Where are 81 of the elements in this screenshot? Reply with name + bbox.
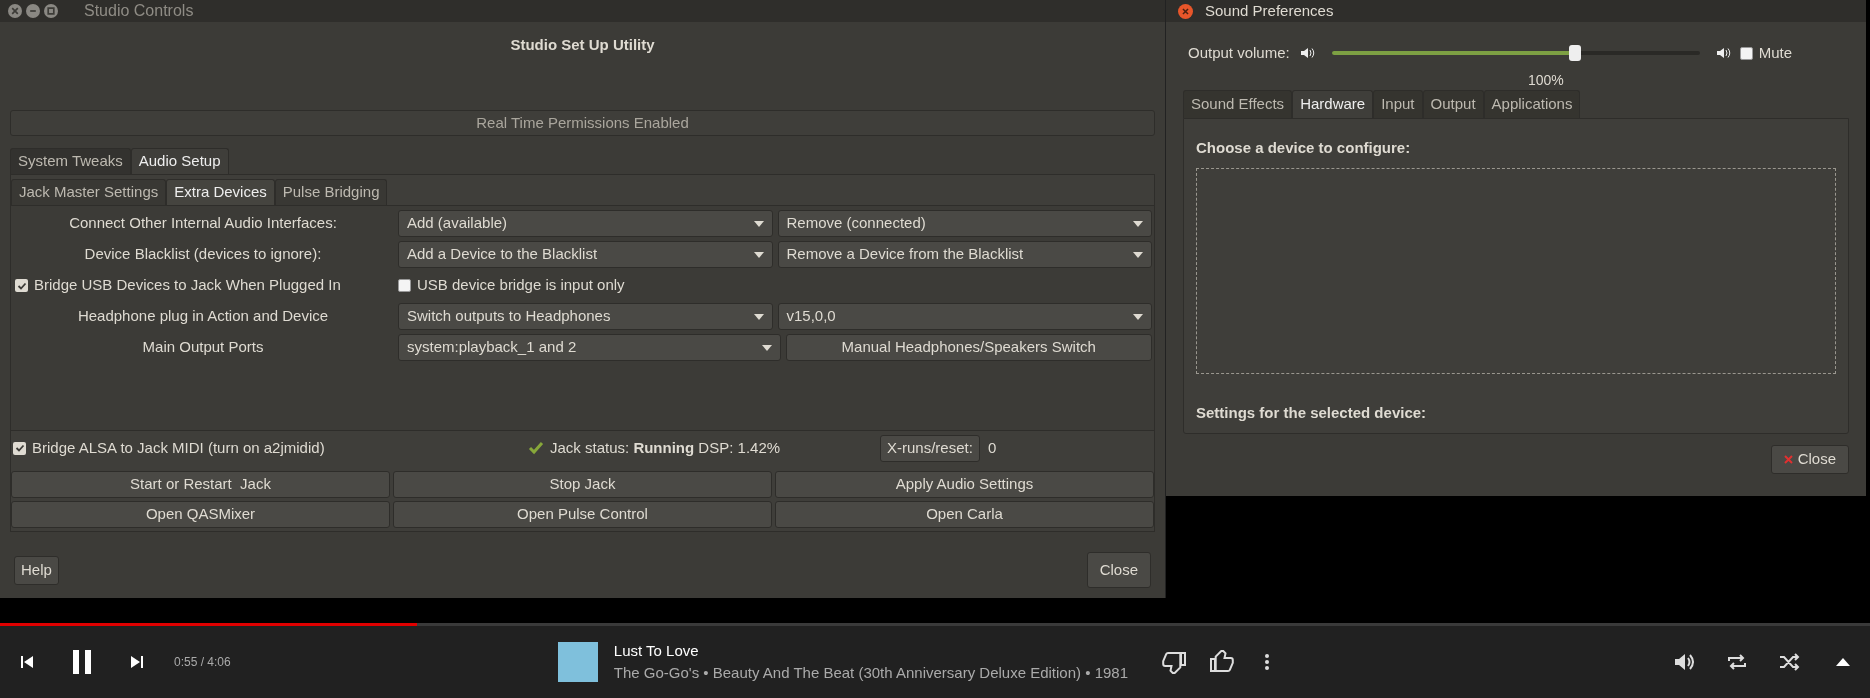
- field-label: Main Output Ports: [141, 337, 265, 358]
- caret-icon: [753, 313, 764, 320]
- close-icon: [1783, 455, 1793, 464]
- checkbox[interactable]: [398, 279, 411, 292]
- checkbox-label: Bridge ALSA to Jack MIDI (turn on a2jmidid): [32, 437, 325, 458]
- status-banner: Real Time Permissions Enabled: [10, 110, 1155, 136]
- button[interactable]: X-runs/reset:: [880, 434, 980, 462]
- tab[interactable]: Applications: [1483, 90, 1581, 118]
- close-icon[interactable]: [1178, 3, 1193, 19]
- tab[interactable]: Input: [1373, 90, 1423, 118]
- caret-icon: [753, 251, 764, 258]
- dropdown[interactable]: Remove (connected): [777, 210, 1152, 237]
- checkbox-label: Bridge USB Devices to Jack When Plugged In: [34, 275, 341, 296]
- caret-icon: [1133, 220, 1143, 227]
- button[interactable]: Open Pulse Control: [393, 501, 772, 528]
- tab[interactable]: Pulse Bridging: [274, 179, 388, 205]
- status-text: Jack status: Running DSP: 1.42%: [550, 437, 782, 458]
- caret-up-icon[interactable]: [1836, 658, 1850, 666]
- volume-icon[interactable]: [1674, 652, 1696, 672]
- track-title: Lust To Love: [613, 640, 700, 661]
- button[interactable]: Apply Audio Settings: [775, 471, 1154, 498]
- checkbox[interactable]: [15, 279, 28, 292]
- button[interactable]: Open QASMixer: [11, 501, 390, 528]
- field-label: Device Blacklist (devices to ignore):: [83, 244, 323, 265]
- checkbox[interactable]: [13, 441, 26, 455]
- check-icon: [528, 441, 544, 455]
- heading: Studio Set Up Utility: [509, 35, 656, 55]
- slider-value: 100%: [1528, 72, 1564, 88]
- checkbox-label: Mute: [1758, 42, 1793, 63]
- button[interactable]: Close: [1086, 552, 1151, 588]
- checkbox-label: USB device bridge is input only: [417, 275, 625, 296]
- field-label: Headphone plug in Action and Device: [76, 306, 330, 327]
- dropdown[interactable]: Remove a Device from the Blacklist: [777, 241, 1152, 268]
- window-title: Sound Preferences: [1205, 0, 1334, 21]
- section-heading: Choose a device to configure:: [1196, 138, 1412, 158]
- button[interactable]: Manual Headphones/Speakers Switch: [785, 334, 1152, 361]
- button[interactable]: Stop Jack: [393, 471, 772, 498]
- close-icon[interactable]: [8, 4, 22, 18]
- caret-icon: [1133, 251, 1143, 258]
- dropdown[interactable]: v15,0,0: [777, 303, 1152, 330]
- time-text: 0:55 / 4:06: [174, 654, 232, 671]
- caret-icon: [753, 220, 764, 227]
- button[interactable]: Start or Restart Jack: [11, 471, 390, 498]
- field-label: Connect Other Internal Audio Interfaces:: [68, 213, 338, 234]
- maximize-icon[interactable]: [44, 4, 58, 18]
- album-art-placeholder: [558, 642, 598, 682]
- tab[interactable]: Output: [1422, 90, 1484, 118]
- dropdown[interactable]: system:playback_1 and 2: [398, 334, 781, 361]
- speaker-icon: [1299, 47, 1316, 59]
- volume-slider[interactable]: [1331, 45, 1700, 61]
- caret-icon: [761, 344, 772, 351]
- thumbs-up-icon[interactable]: [1210, 650, 1234, 674]
- button[interactable]: Open Carla: [775, 501, 1154, 528]
- pause-icon[interactable]: [72, 650, 92, 674]
- xrun-count: 0: [987, 437, 997, 458]
- next-icon[interactable]: [130, 655, 144, 669]
- dropdown[interactable]: Add a Device to the Blacklist: [398, 241, 773, 268]
- more-icon[interactable]: [1264, 653, 1270, 671]
- thumbs-down-icon[interactable]: [1162, 650, 1186, 674]
- tab[interactable]: Jack Master Settings: [11, 179, 167, 205]
- tab[interactable]: Extra Devices: [166, 179, 275, 205]
- slider-thumb[interactable]: [1568, 45, 1581, 61]
- minimize-icon[interactable]: [26, 4, 40, 18]
- dropdown[interactable]: Switch outputs to Headphones: [398, 303, 773, 330]
- repeat-icon[interactable]: [1726, 652, 1748, 672]
- checkbox[interactable]: [1739, 46, 1753, 60]
- button[interactable]: Help: [14, 555, 59, 585]
- speaker-icon: [1715, 47, 1732, 59]
- tab[interactable]: Audio Setup: [130, 148, 229, 174]
- window-title: Studio Controls: [84, 1, 194, 21]
- dropdown[interactable]: Add (available): [398, 210, 773, 237]
- track-subtitle: The Go-Go's • Beauty And The Beat (30th Anniversary Deluxe Edition) • 1981: [613, 663, 1129, 683]
- tab[interactable]: System Tweaks: [10, 148, 131, 174]
- shuffle-icon[interactable]: [1778, 652, 1800, 672]
- tab[interactable]: Sound Effects: [1183, 90, 1293, 118]
- close-button[interactable]: Close: [1770, 445, 1849, 474]
- field-label: Output volume:: [1188, 42, 1290, 63]
- caret-icon: [1133, 313, 1143, 320]
- tab[interactable]: Hardware: [1292, 90, 1374, 118]
- section-heading: Settings for the selected device:: [1196, 402, 1428, 423]
- previous-icon[interactable]: [20, 655, 34, 669]
